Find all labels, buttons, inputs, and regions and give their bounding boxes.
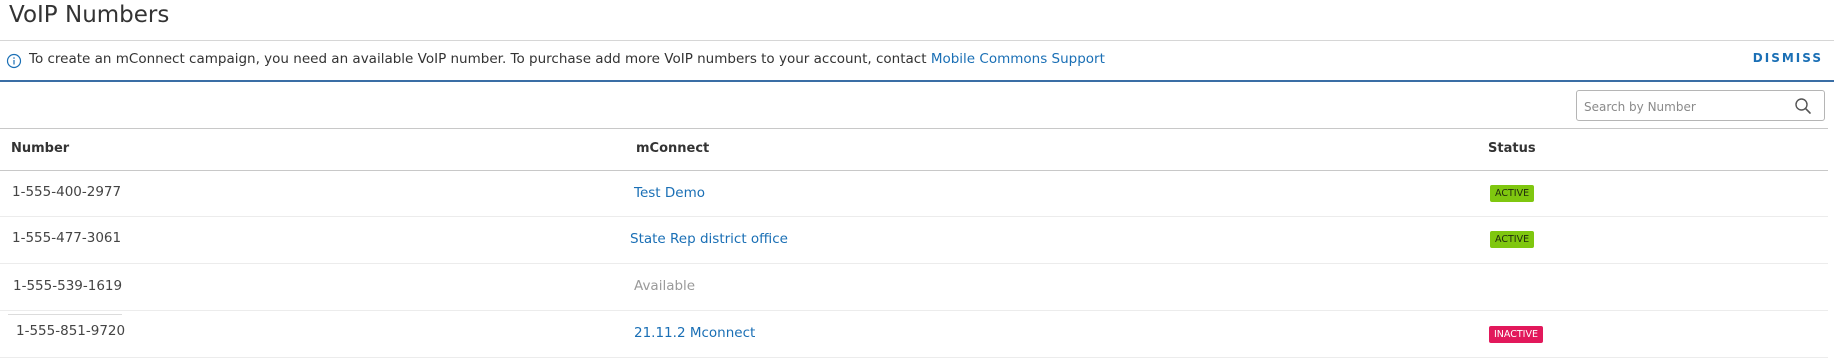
row-1-number: 1-555-400-2977: [12, 184, 122, 200]
search-icon[interactable]: [1794, 97, 1812, 115]
row-2-mconnect-link[interactable]: State Rep district office: [630, 231, 788, 247]
dismiss-button[interactable]: DISMISS: [1753, 51, 1823, 65]
notice-divider: [0, 80, 1834, 82]
column-header-mconnect[interactable]: mConnect: [636, 141, 709, 156]
table-header-divider: [0, 170, 1828, 171]
notice-text: To create an mConnect campaign, you need…: [29, 51, 931, 67]
row-divider: [0, 263, 1828, 264]
row-4-mconnect-link[interactable]: 21.11.2 Mconnect: [634, 325, 755, 341]
status-badge: INACTIVE: [1489, 326, 1543, 343]
column-header-number[interactable]: Number: [11, 141, 69, 156]
info-icon: [6, 53, 22, 69]
row-accent-line: [8, 314, 122, 315]
info-notice-banner: To create an mConnect campaign, you need…: [0, 41, 1834, 80]
status-badge: ACTIVE: [1490, 185, 1535, 202]
row-divider: [0, 310, 1828, 311]
row-divider: [0, 216, 1828, 217]
row-divider: [0, 357, 1828, 358]
row-2-number: 1-555-477-3061: [12, 230, 122, 246]
search-input[interactable]: [1582, 96, 1791, 118]
row-4-number: 1-555-851-9720: [16, 323, 126, 339]
column-header-status[interactable]: Status: [1488, 141, 1536, 156]
table-top-divider: [0, 128, 1828, 129]
page-title: VoIP Numbers: [9, 2, 170, 28]
row-1-mconnect-link[interactable]: Test Demo: [634, 185, 705, 201]
row-3-number: 1-555-539-1619: [13, 278, 123, 294]
status-badge: ACTIVE: [1490, 231, 1535, 248]
notice-message: To create an mConnect campaign, you need…: [29, 51, 1105, 67]
support-link[interactable]: Mobile Commons Support: [931, 51, 1105, 67]
row-3-mconnect-available: Available: [634, 278, 696, 294]
search-box: [1576, 90, 1825, 121]
